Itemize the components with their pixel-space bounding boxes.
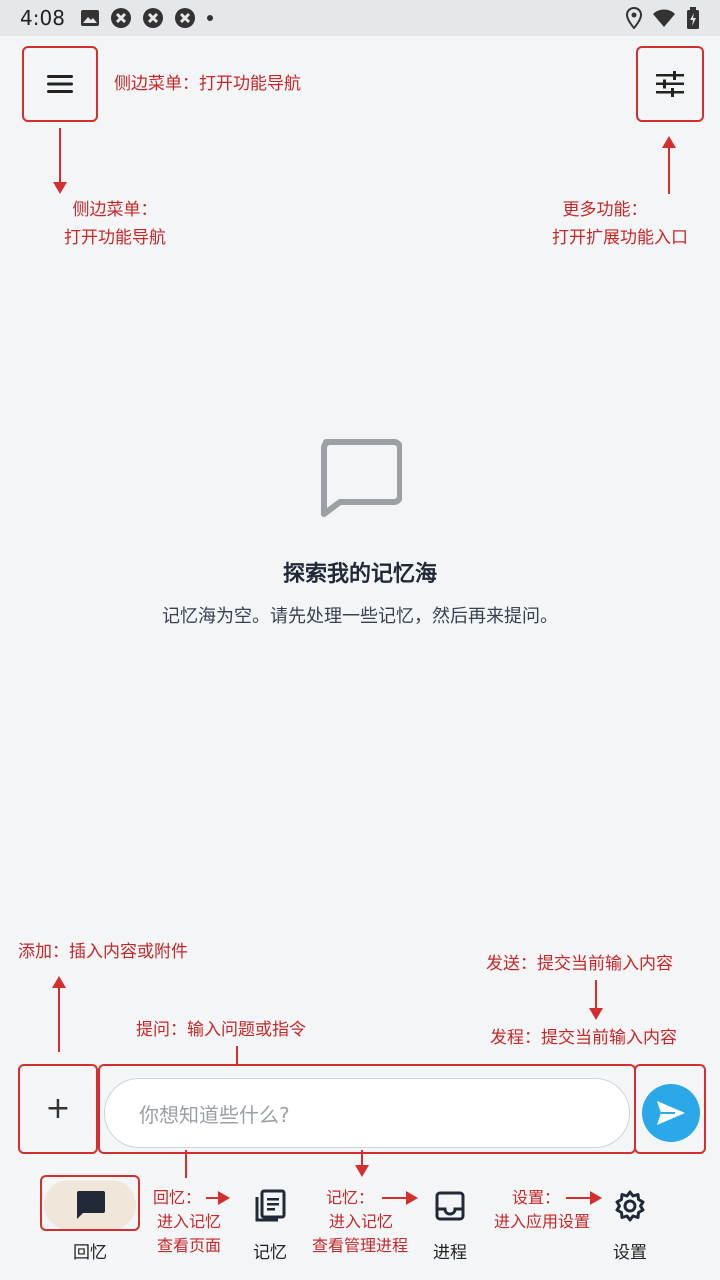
annotation-memory-2: 进入记忆	[328, 1212, 393, 1231]
nav-progress-button[interactable]	[426, 1182, 474, 1230]
annotation-box-send	[634, 1064, 706, 1154]
annotation-arrow	[361, 1150, 363, 1166]
annotation-more-2: 打开扩展功能入口	[552, 228, 688, 248]
app-notification-icon	[111, 8, 131, 28]
annotation-recall-2: 进入记忆	[156, 1212, 221, 1231]
nav-settings-button[interactable]	[606, 1182, 654, 1230]
annotation-send-bottom: 发程：提交当前输入内容	[490, 1028, 677, 1048]
status-system-icons	[626, 7, 700, 29]
annotation-settings-1: 设置：	[511, 1188, 560, 1207]
inbox-tray-icon	[435, 1191, 465, 1221]
arrow-head-right-icon	[406, 1191, 418, 1205]
notes-icon	[255, 1189, 286, 1222]
annotation-box-menu	[22, 46, 98, 122]
arrow-head-down-icon	[53, 182, 67, 194]
empty-state-title: 探索我的记忆海	[282, 562, 437, 587]
app-notification-icon	[143, 8, 163, 28]
annotation-box-input	[98, 1064, 636, 1154]
annotation-box-recall	[40, 1175, 140, 1231]
annotation-arrow	[566, 1197, 592, 1199]
empty-state-subtitle: 记忆海为空。请先处理一些记忆，然后再来提问。	[162, 606, 558, 627]
annotation-box-more	[636, 46, 704, 122]
nav-progress-label: 进程	[433, 1243, 467, 1263]
annotation-ask: 提问：输入问题或指令	[136, 1020, 306, 1040]
annotation-settings-2: 进入应用设置	[493, 1212, 590, 1231]
annotation-menu-inline: 侧边菜单：打开功能导航	[114, 74, 301, 94]
nav-memory-button[interactable]	[246, 1182, 294, 1230]
annotation-memory-1: 记忆：	[325, 1188, 374, 1207]
nav-memory-label: 记忆	[253, 1243, 287, 1263]
annotation-arrow	[668, 146, 670, 194]
annotation-recall-1: 回忆：	[152, 1188, 201, 1207]
battery-icon	[687, 7, 699, 29]
annotation-arrow	[382, 1197, 408, 1199]
annotation-add: 添加：插入内容或附件	[18, 942, 188, 962]
annotation-arrow	[236, 1046, 238, 1064]
nav-settings-label: 设置	[613, 1243, 647, 1263]
annotation-arrow	[185, 1150, 187, 1178]
nav-recall-label: 回忆	[73, 1243, 107, 1263]
arrow-head-down-icon	[355, 1165, 369, 1177]
arrow-head-right-icon	[218, 1191, 230, 1205]
annotation-more-1: 更多功能：	[562, 200, 648, 220]
location-icon	[626, 7, 642, 29]
annotation-recall-3: 查看页面	[156, 1236, 221, 1255]
image-icon	[81, 10, 99, 26]
annotation-send-top: 发送：提交当前输入内容	[486, 954, 673, 974]
empty-chat-bubble-icon	[321, 439, 402, 517]
status-time: 4:08	[20, 6, 65, 30]
annotation-menu-below-2: 打开功能导航	[64, 228, 166, 248]
more-notifications-dot-icon	[207, 15, 213, 21]
annotation-arrow	[595, 980, 597, 1010]
arrow-head-down-icon	[589, 1008, 603, 1020]
wifi-icon	[653, 9, 675, 27]
app-notification-icon	[175, 8, 195, 28]
annotation-box-add	[18, 1064, 98, 1154]
annotation-memory-3: 查看管理进程	[311, 1236, 408, 1255]
annotation-arrow	[58, 986, 60, 1052]
annotation-menu-below-1: 侧边菜单：	[72, 200, 158, 220]
gear-icon	[615, 1190, 645, 1222]
annotation-arrow	[59, 128, 61, 184]
arrow-head-right-icon	[590, 1191, 602, 1205]
status-notification-icons	[80, 8, 214, 28]
